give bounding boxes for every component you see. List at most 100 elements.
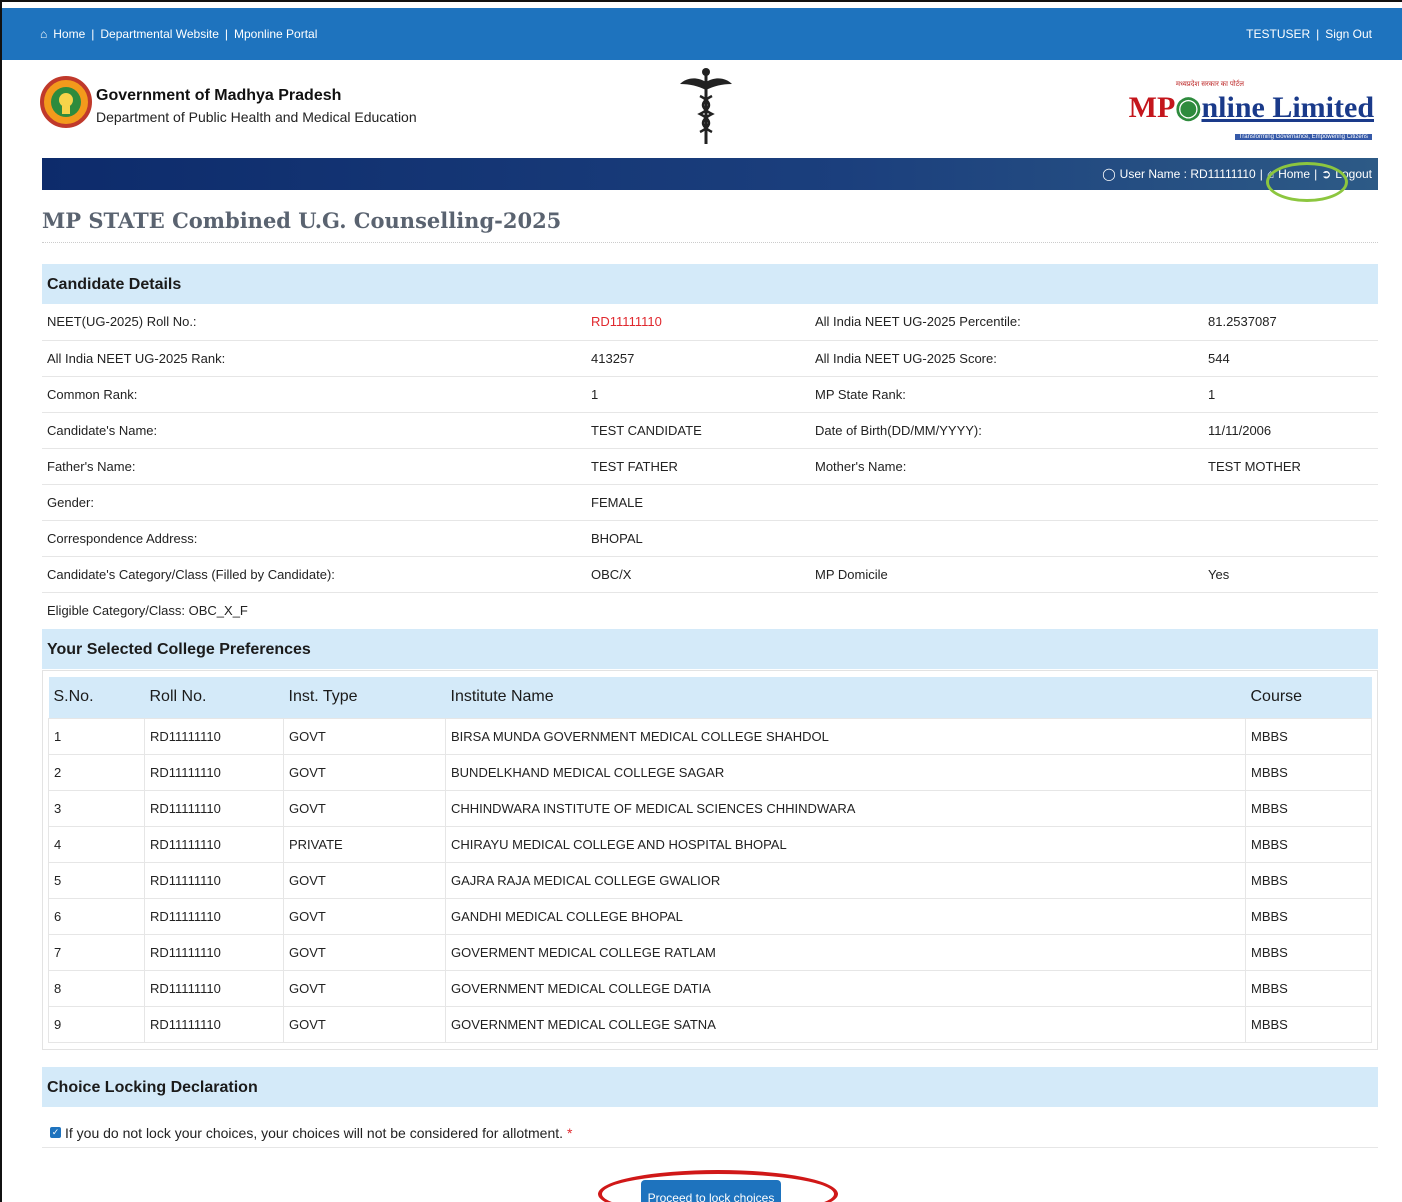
table-row: Gender: FEMALE xyxy=(42,484,1378,521)
candidate-details-header: Candidate Details xyxy=(42,264,1378,304)
user-name-label: User Name : RD11111110 xyxy=(1119,167,1256,181)
detail-value: 1 xyxy=(1203,376,1378,413)
table-row: Correspondence Address: BHOPAL xyxy=(42,520,1378,557)
detail-value: Yes xyxy=(1203,556,1378,593)
cell-inst-type: GOVT xyxy=(283,789,446,827)
required-mark: * xyxy=(567,1124,573,1141)
cell-inst-type: GOVT xyxy=(283,897,446,935)
cell-institute: GANDHI MEDICAL COLLEGE BHOPAL xyxy=(445,897,1246,935)
top-home-link[interactable]: Home xyxy=(53,27,85,41)
table-row: Candidate's Category/Class (Filled by Ca… xyxy=(42,556,1378,593)
sign-out-link[interactable]: Sign Out xyxy=(1325,27,1372,41)
cell-course: MBBS xyxy=(1245,789,1372,827)
cell-inst-type: GOVT xyxy=(283,969,446,1007)
detail-label: MP State Rank: xyxy=(810,376,1203,413)
table-row: 8 RD11111110 GOVT GOVERNMENT MEDICAL COLLEG… xyxy=(48,969,1372,1007)
cell-inst-type: GOVT xyxy=(283,1005,446,1043)
detail-value: TEST FATHER xyxy=(586,448,810,485)
col-header-institute: Institute Name xyxy=(445,677,1246,718)
cell-sno: 1 xyxy=(48,717,145,755)
table-row: Common Rank: 1 MP State Rank: 1 xyxy=(42,376,1378,413)
detail-label: Father's Name: xyxy=(42,448,586,485)
detail-label: All India NEET UG-2025 Percentile: xyxy=(810,304,1203,341)
cell-roll: RD11111110 xyxy=(144,1005,284,1043)
separator: | xyxy=(224,27,229,41)
preferences-body: 1 RD11111110 GOVT BIRSA MUNDA GOVERNMENT ME… xyxy=(48,717,1372,1043)
detail-label: Gender: xyxy=(42,484,586,521)
cell-sno: 2 xyxy=(48,753,145,791)
mponline-logo-red: MP xyxy=(1128,91,1176,124)
cell-inst-type: GOVT xyxy=(283,933,446,971)
detail-value: 1 xyxy=(586,376,810,413)
cell-roll: RD11111110 xyxy=(144,969,284,1007)
home-icon: ⌂ xyxy=(40,27,48,41)
cell-roll: RD11111110 xyxy=(144,825,284,863)
top-user-link[interactable]: TESTUSER xyxy=(1246,27,1310,41)
detail-value: 544 xyxy=(1203,340,1378,377)
cell-institute: GAJRA RAJA MEDICAL COLLEGE GWALIOR xyxy=(445,861,1246,899)
declaration-text: If you do not lock your choices, your ch… xyxy=(65,1124,564,1141)
cell-roll: RD11111110 xyxy=(144,933,284,971)
separator: | xyxy=(91,27,95,41)
table-row: Candidate's Name: TEST CANDIDATE Date of… xyxy=(42,412,1378,449)
table-row: Father's Name: TEST FATHER Mother's Name… xyxy=(42,448,1378,485)
table-row: 1 RD11111110 GOVT BIRSA MUNDA GOVERNMENT ME… xyxy=(48,717,1372,755)
col-header-sno: S.No. xyxy=(48,677,145,718)
detail-label: Candidate's Category/Class (Filled by Ca… xyxy=(42,556,586,593)
declaration-checkbox[interactable]: ✓ xyxy=(50,1127,61,1138)
gov-title: Government of Madhya Pradesh xyxy=(96,87,342,104)
detail-label: Date of Birth(DD/MM/YYYY): xyxy=(810,412,1203,449)
cell-course: MBBS xyxy=(1245,825,1372,863)
highlight-ring-home xyxy=(1266,162,1348,202)
preferences-header: Your Selected College Preferences xyxy=(42,629,1378,669)
cell-roll: RD11111110 xyxy=(144,717,284,755)
cell-course: MBBS xyxy=(1245,717,1372,755)
cell-sno: 8 xyxy=(48,969,145,1007)
preferences-table: S.No. Roll No. Inst. Type Institute Name… xyxy=(48,677,1372,1043)
cell-course: MBBS xyxy=(1245,969,1372,1007)
mp-emblem-icon xyxy=(40,76,92,128)
cell-course: MBBS xyxy=(1245,753,1372,791)
globe-icon: ◉ xyxy=(1175,91,1202,124)
user-nav-band: ◯ User Name : RD11111110 | ⌂ Home | ➲ Lo… xyxy=(42,158,1378,190)
cell-institute: GOVERNMENT MEDICAL COLLEGE DATIA xyxy=(445,969,1246,1007)
cell-institute: GOVERNMENT MEDICAL COLLEGE SATNA xyxy=(445,1005,1246,1043)
mponline-portal-link[interactable]: Mponline Portal xyxy=(234,27,317,41)
cell-institute: BIRSA MUNDA GOVERNMENT MEDICAL COLLEGE S… xyxy=(445,717,1246,755)
cell-roll: RD11111110 xyxy=(144,753,284,791)
table-row: 3 RD11111110 GOVT CHHINDWARA INSTITUTE OF M… xyxy=(48,789,1372,827)
detail-value xyxy=(1203,520,1378,557)
cell-course: MBBS xyxy=(1245,861,1372,899)
detail-value: TEST MOTHER xyxy=(1203,448,1378,485)
detail-value: OBC/X xyxy=(586,556,810,593)
detail-label: MP Domicile xyxy=(810,556,1203,593)
site-header: Government of Madhya Pradesh Department … xyxy=(2,60,1402,158)
title-divider xyxy=(42,242,1378,243)
table-row: All India NEET UG-2025 Rank: 413257 All … xyxy=(42,340,1378,377)
cell-sno: 4 xyxy=(48,825,145,863)
detail-value: 413257 xyxy=(586,340,810,377)
table-row: 9 RD11111110 GOVT GOVERNMENT MEDICAL COLLEG… xyxy=(48,1005,1372,1043)
declaration-row: ✓ If you do not lock your choices, your … xyxy=(42,1110,1378,1148)
col-header-inst-type: Inst. Type xyxy=(283,677,446,718)
detail-value: 11/11/2006 xyxy=(1203,412,1378,449)
page-title: MP STATE Combined U.G. Counselling-2025 xyxy=(42,208,562,233)
cell-roll: RD11111110 xyxy=(144,789,284,827)
cell-institute: GOVERMENT MEDICAL COLLEGE RATLAM xyxy=(445,933,1246,971)
table-row: 7 RD11111110 GOVT GOVERMENT MEDICAL COLLEGE… xyxy=(48,933,1372,971)
detail-label: Common Rank: xyxy=(42,376,586,413)
cell-course: MBBS xyxy=(1245,933,1372,971)
col-header-course: Course xyxy=(1245,677,1372,718)
cell-course: MBBS xyxy=(1245,897,1372,935)
table-row: 5 RD11111110 GOVT GAJRA RAJA MEDICAL COLLEG… xyxy=(48,861,1372,899)
cell-inst-type: GOVT xyxy=(283,753,446,791)
cell-institute: CHHINDWARA INSTITUTE OF MEDICAL SCIENCES… xyxy=(445,789,1246,827)
departmental-website-link[interactable]: Departmental Website xyxy=(100,27,219,41)
col-header-roll: Roll No. xyxy=(144,677,284,718)
cell-institute: BUNDELKHAND MEDICAL COLLEGE SAGAR xyxy=(445,753,1246,791)
preferences-table-wrap: S.No. Roll No. Inst. Type Institute Name… xyxy=(42,670,1378,1050)
top-bar: ⌂ Home | Departmental Website | Mponline… xyxy=(2,8,1402,60)
user-icon: ◯ xyxy=(1102,167,1116,181)
cell-inst-type: PRIVATE xyxy=(283,825,446,863)
cell-inst-type: GOVT xyxy=(283,717,446,755)
